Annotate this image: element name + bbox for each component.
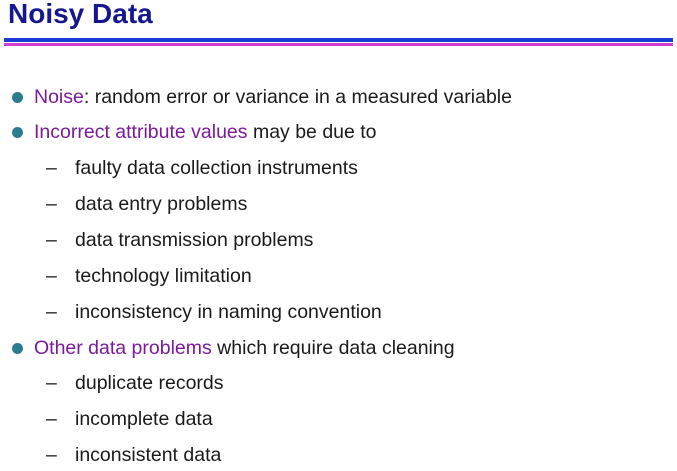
dash-marker: – bbox=[46, 444, 57, 466]
bullet-item: Incorrect attribute values may be due to bbox=[34, 120, 377, 144]
bullet-text: may be due to bbox=[247, 121, 377, 143]
dash-marker: – bbox=[46, 229, 57, 251]
dash-marker: – bbox=[46, 372, 57, 394]
dash-marker: – bbox=[46, 301, 57, 323]
bullet-dot-icon bbox=[12, 92, 23, 103]
sub-item: duplicate records bbox=[75, 372, 224, 394]
sub-item: inconsistency in naming convention bbox=[75, 301, 382, 323]
sub-item: data entry problems bbox=[75, 193, 248, 215]
dash-marker: – bbox=[46, 408, 57, 430]
sub-item: faulty data collection instruments bbox=[75, 157, 358, 179]
dash-marker: – bbox=[46, 193, 57, 215]
sub-item: incomplete data bbox=[75, 408, 213, 430]
bullet-text: : random error or variance in a measured… bbox=[83, 86, 512, 108]
bullet-dot-icon bbox=[12, 127, 23, 138]
sub-item: technology limitation bbox=[75, 265, 252, 287]
bullet-text: which require data cleaning bbox=[211, 337, 455, 359]
bullet-item: Other data problems which require data c… bbox=[34, 336, 455, 360]
title-underline-blue bbox=[4, 38, 673, 42]
title-underline-magenta bbox=[4, 43, 673, 46]
sub-item: inconsistent data bbox=[75, 444, 222, 466]
bullet-dot-icon bbox=[12, 343, 23, 354]
bullet-item: Noise: random error or variance in a mea… bbox=[34, 85, 512, 109]
dash-marker: – bbox=[46, 265, 57, 287]
bullet-term: Noise bbox=[34, 86, 84, 108]
sub-item: data transmission problems bbox=[75, 229, 314, 251]
slide-title: Noisy Data bbox=[8, 0, 153, 29]
bullet-term: Incorrect attribute values bbox=[34, 121, 248, 143]
dash-marker: – bbox=[46, 157, 57, 179]
bullet-term: Other data problems bbox=[34, 337, 212, 359]
